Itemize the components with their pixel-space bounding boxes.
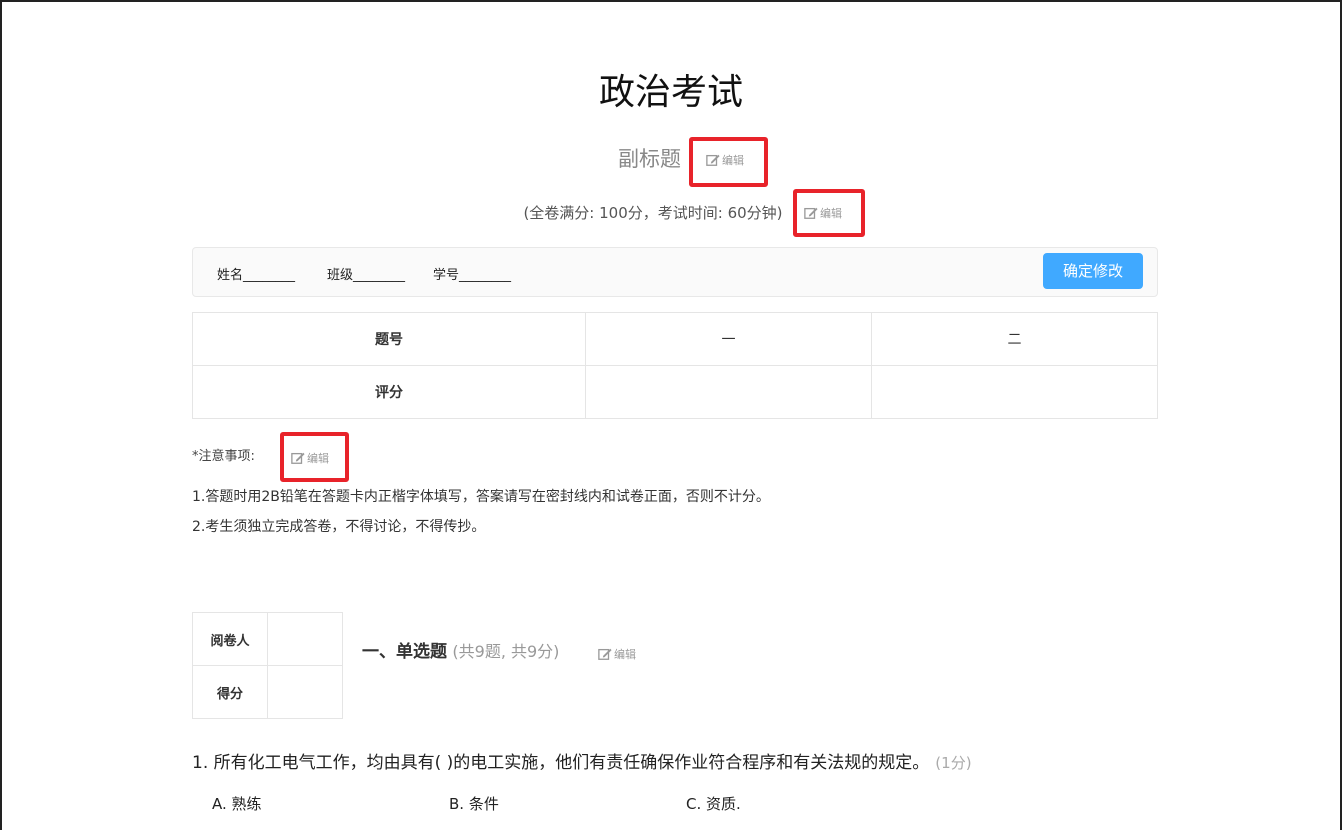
exam-title: 政治考试 bbox=[598, 72, 743, 113]
reviewer-label: 阅卷人 bbox=[192, 612, 268, 666]
table-row: 阅卷人 bbox=[192, 612, 343, 666]
class-field[interactable]: 班级________ bbox=[327, 264, 405, 283]
edit-label: 编辑 bbox=[722, 154, 744, 167]
section-score-cell bbox=[267, 665, 343, 719]
question-number-header: 题号 bbox=[192, 312, 586, 366]
subtitle-edit-button[interactable]: 编辑 bbox=[706, 152, 744, 168]
question-points: (1分) bbox=[935, 754, 972, 772]
info-edit-button[interactable]: 编辑 bbox=[804, 205, 842, 221]
notice-label: *注意事项: bbox=[192, 449, 255, 464]
edit-icon bbox=[804, 207, 818, 219]
notice-item-1: 1.答题时用2B铅笔在答题卡内正楷字体填写，答案请写在密封线内和试卷正面，否则不… bbox=[192, 489, 770, 505]
table-row: 得分 bbox=[192, 665, 343, 719]
name-field[interactable]: 姓名________ bbox=[217, 264, 295, 283]
section-title: 一、单选题 bbox=[362, 642, 447, 662]
option-b[interactable]: B. 条件 bbox=[449, 793, 499, 815]
option-a[interactable]: A. 熟练 bbox=[212, 793, 262, 815]
score-cell-one bbox=[585, 365, 872, 419]
notice-item-2: 2.考生须独立完成答卷，不得讨论，不得传抄。 bbox=[192, 519, 486, 535]
column-two: 二 bbox=[871, 312, 1158, 366]
student-id-field[interactable]: 学号________ bbox=[433, 264, 511, 283]
edit-label: 编辑 bbox=[307, 452, 329, 465]
score-header: 评分 bbox=[192, 365, 586, 419]
question-1: 1. 所有化工电气工作，均由具有( )的电工实施，他们有责任确保作业符合程序和有… bbox=[192, 750, 972, 776]
score-cell-two bbox=[871, 365, 1158, 419]
section-count: (共9题, 共9分) bbox=[452, 642, 560, 661]
section-edit-button[interactable]: 编辑 bbox=[598, 646, 636, 662]
score-table: 题号 一 二 评分 bbox=[192, 312, 1158, 419]
student-info-bar: 姓名________ 班级________ 学号________ 确定修改 bbox=[192, 247, 1158, 297]
edit-icon bbox=[291, 452, 305, 464]
table-row: 题号 一 二 bbox=[192, 312, 1158, 366]
confirm-edit-button[interactable]: 确定修改 bbox=[1043, 253, 1143, 289]
column-one: 一 bbox=[585, 312, 872, 366]
exam-subtitle: 副标题 bbox=[618, 147, 681, 171]
option-c[interactable]: C. 资质. bbox=[686, 793, 741, 815]
section-heading: 一、单选题 (共9题, 共9分) bbox=[362, 638, 559, 666]
section-score-label: 得分 bbox=[192, 665, 268, 719]
edit-label: 编辑 bbox=[614, 648, 636, 661]
edit-icon bbox=[598, 648, 612, 660]
table-row: 评分 bbox=[192, 365, 1158, 419]
edit-icon bbox=[706, 154, 720, 166]
exam-info: (全卷满分: 100分，考试时间: 60分钟) bbox=[523, 204, 783, 222]
reviewer-table: 阅卷人 得分 bbox=[192, 612, 343, 719]
reviewer-cell bbox=[267, 612, 343, 666]
edit-label: 编辑 bbox=[820, 207, 842, 220]
notice-edit-button[interactable]: 编辑 bbox=[291, 450, 329, 466]
question-text: 1. 所有化工电气工作，均由具有( )的电工实施，他们有责任确保作业符合程序和有… bbox=[192, 753, 930, 773]
